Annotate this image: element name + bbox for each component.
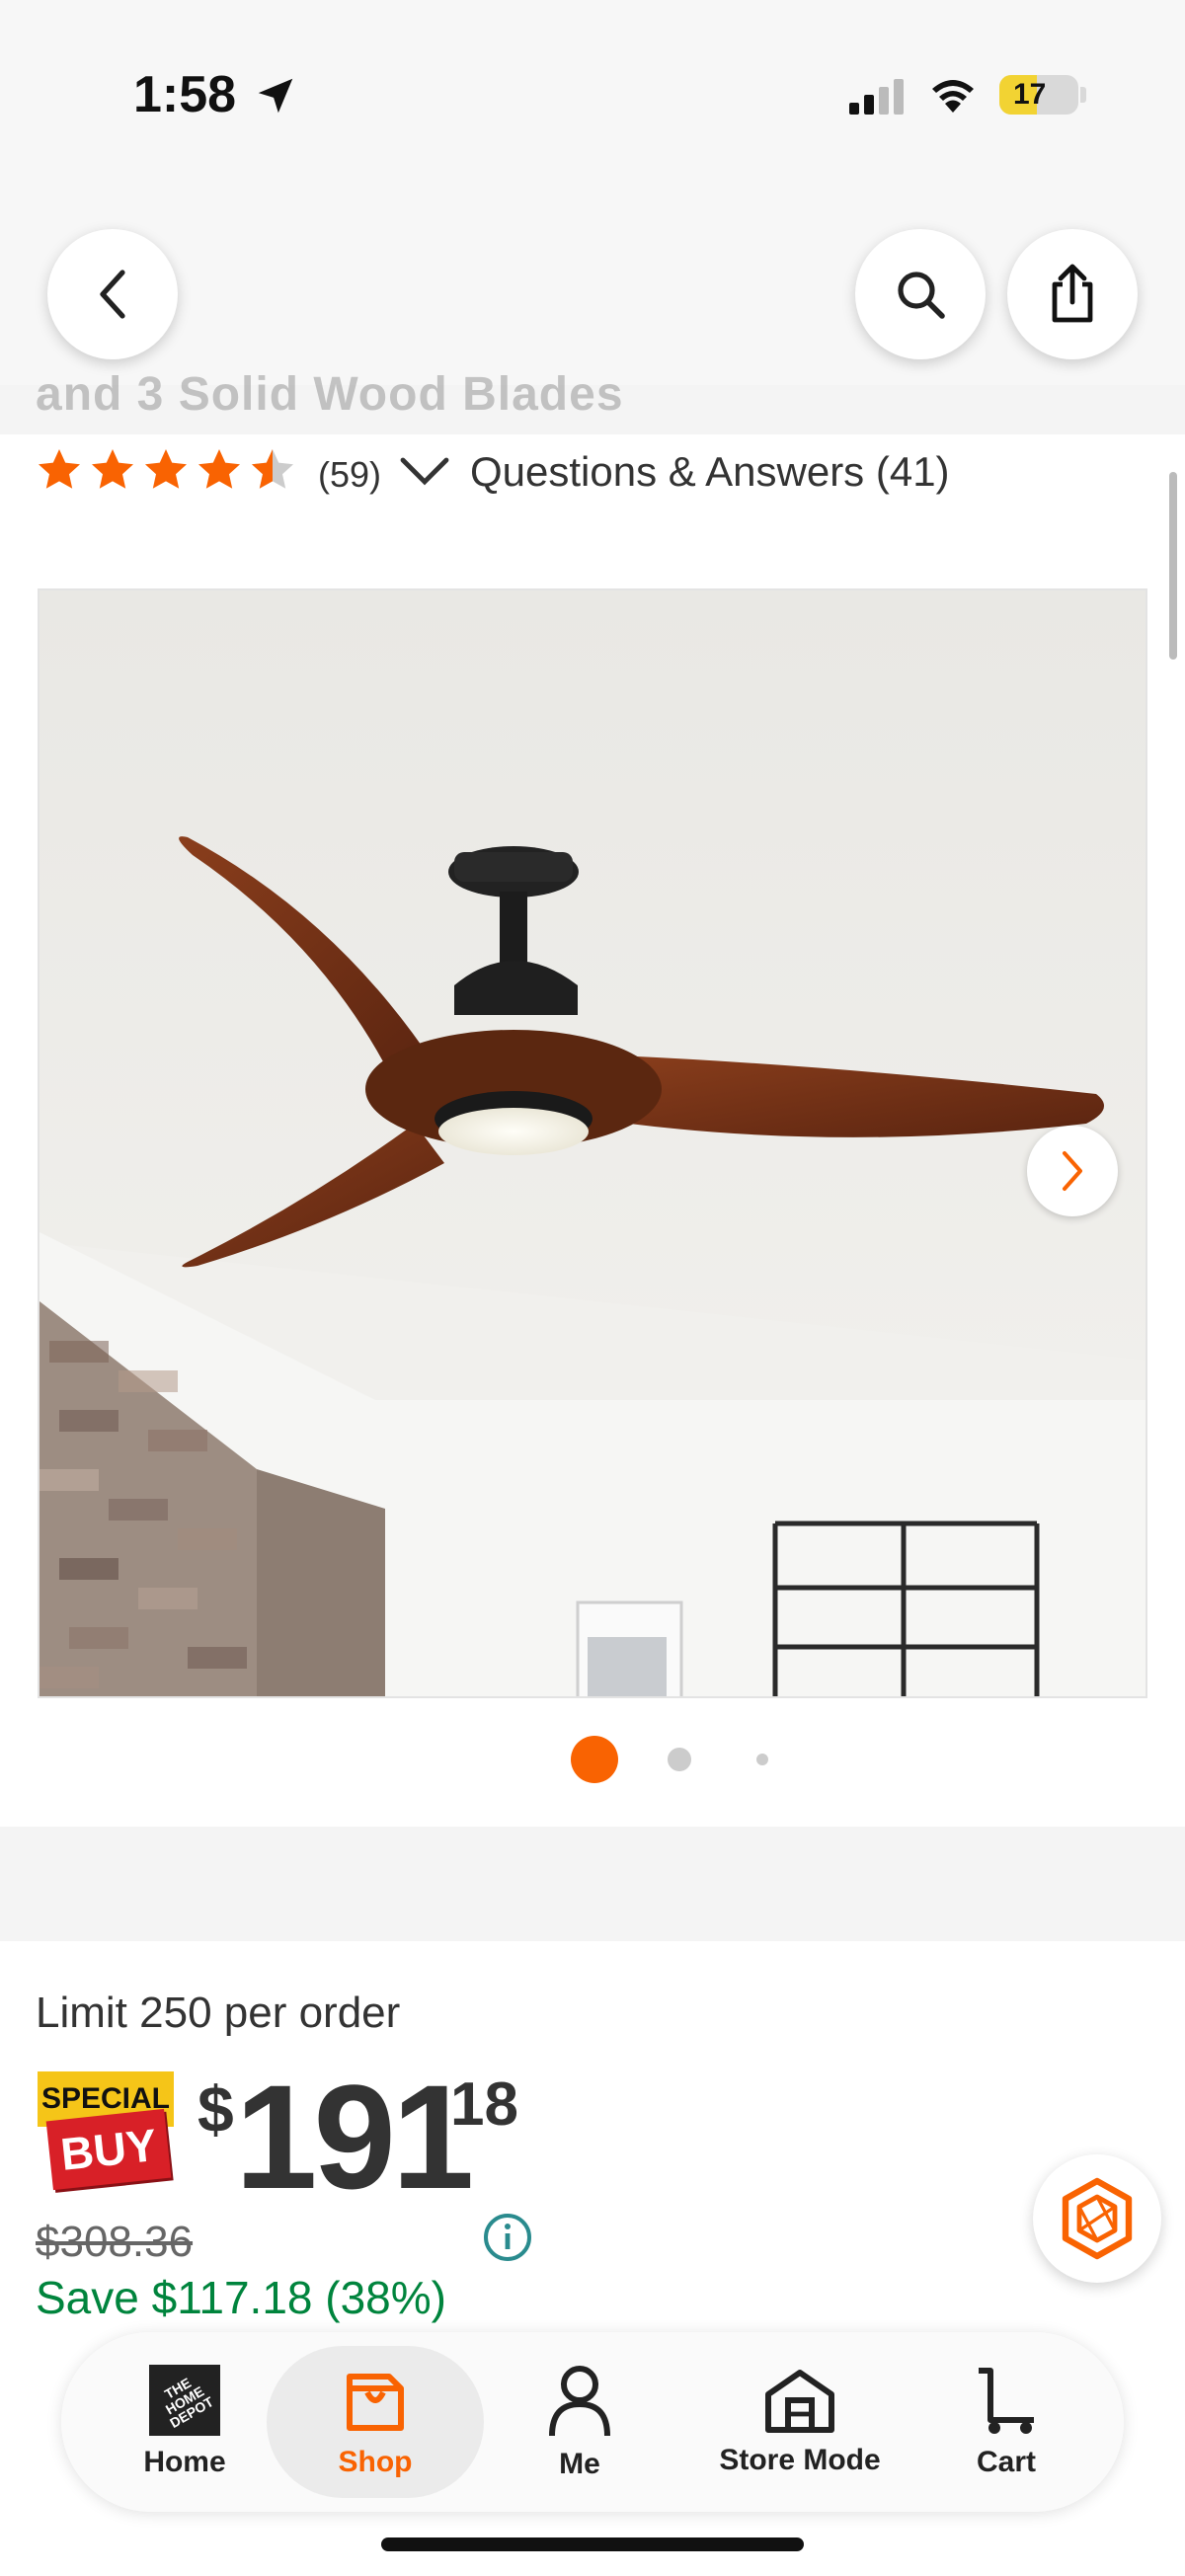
home-indicator [381, 2537, 804, 2551]
battery-icon: 17 [999, 75, 1078, 115]
nav-home[interactable]: THE HOME DEPOT Home [120, 2332, 249, 2512]
gallery-pagination[interactable] [571, 1736, 768, 1783]
shop-bag-icon [347, 2374, 404, 2431]
nav-cart-label: Cart [976, 2446, 1036, 2478]
battery-level: 17 [1013, 78, 1047, 111]
wifi-icon [932, 80, 974, 113]
home-depot-logo-icon: THE HOME DEPOT [149, 2365, 220, 2436]
nav-cart[interactable]: Cart [942, 2332, 1070, 2512]
nav-me-label: Me [559, 2448, 600, 2480]
star-icon [39, 449, 80, 489]
share-button[interactable] [1007, 229, 1138, 359]
nav-me[interactable]: Me [525, 2332, 634, 2512]
rating-count[interactable]: (59) [318, 454, 381, 496]
pagination-dot[interactable] [756, 1754, 768, 1765]
home-logo-text: THE HOME DEPOT [161, 2374, 216, 2432]
nav-store-mode-label: Store Mode [719, 2444, 881, 2476]
nav-shop[interactable]: Shop [267, 2332, 484, 2512]
product-image[interactable] [38, 588, 1147, 1698]
order-limit: Limit 250 per order [36, 1989, 401, 2037]
chat-hexagon-icon [1062, 2177, 1133, 2260]
chevron-down-icon[interactable] [399, 452, 450, 492]
ceiling-fan-image [40, 590, 1146, 1696]
status-bar: 1:58 17 [0, 0, 1185, 188]
star-icon [145, 449, 187, 489]
special-buy-bottom: BUY [45, 2108, 172, 2191]
store-icon [765, 2370, 834, 2433]
share-icon [1052, 264, 1093, 323]
cellular-signal-icon [849, 79, 904, 115]
special-buy-badge: SPECIAL BUY [38, 2071, 176, 2196]
bottom-nav: THE HOME DEPOT Home Shop Me Store Mode C… [61, 2332, 1124, 2512]
questions-answers-link[interactable]: Questions & Answers (41) [470, 448, 950, 496]
price-currency: $ [198, 2072, 234, 2146]
cart-icon [979, 2368, 1034, 2434]
star-rating[interactable] [36, 446, 296, 494]
battery-nub [1080, 87, 1086, 103]
scrollbar[interactable] [1169, 472, 1177, 660]
was-price: $308.36 [36, 2218, 194, 2266]
nav-home-label: Home [143, 2446, 226, 2478]
info-icon[interactable] [482, 2212, 533, 2263]
chevron-right-icon [1063, 1151, 1082, 1191]
search-icon [898, 272, 945, 319]
pagination-dot-active[interactable] [571, 1736, 618, 1783]
price-cents: 18 [450, 2070, 518, 2139]
search-button[interactable] [855, 229, 986, 359]
status-time: 1:58 [133, 66, 237, 123]
pagination-dot[interactable] [668, 1748, 691, 1771]
chat-button[interactable] [1033, 2154, 1161, 2283]
back-button[interactable] [47, 229, 178, 359]
chevron-left-icon [100, 270, 125, 319]
nav-shop-label: Shop [338, 2446, 413, 2478]
nav-store-mode[interactable]: Store Mode [681, 2332, 918, 2512]
star-icon [92, 449, 133, 489]
person-icon [549, 2366, 610, 2437]
half-star-icon [252, 449, 293, 489]
savings-text: Save $117.18 (38%) [36, 2272, 446, 2323]
next-image-button[interactable] [1027, 1126, 1118, 1216]
star-icon [198, 449, 240, 489]
product-title-fragment: and 3 Solid Wood Blades [36, 368, 624, 413]
location-arrow-icon [258, 78, 293, 114]
price-dollars: 191 [235, 2054, 474, 2220]
